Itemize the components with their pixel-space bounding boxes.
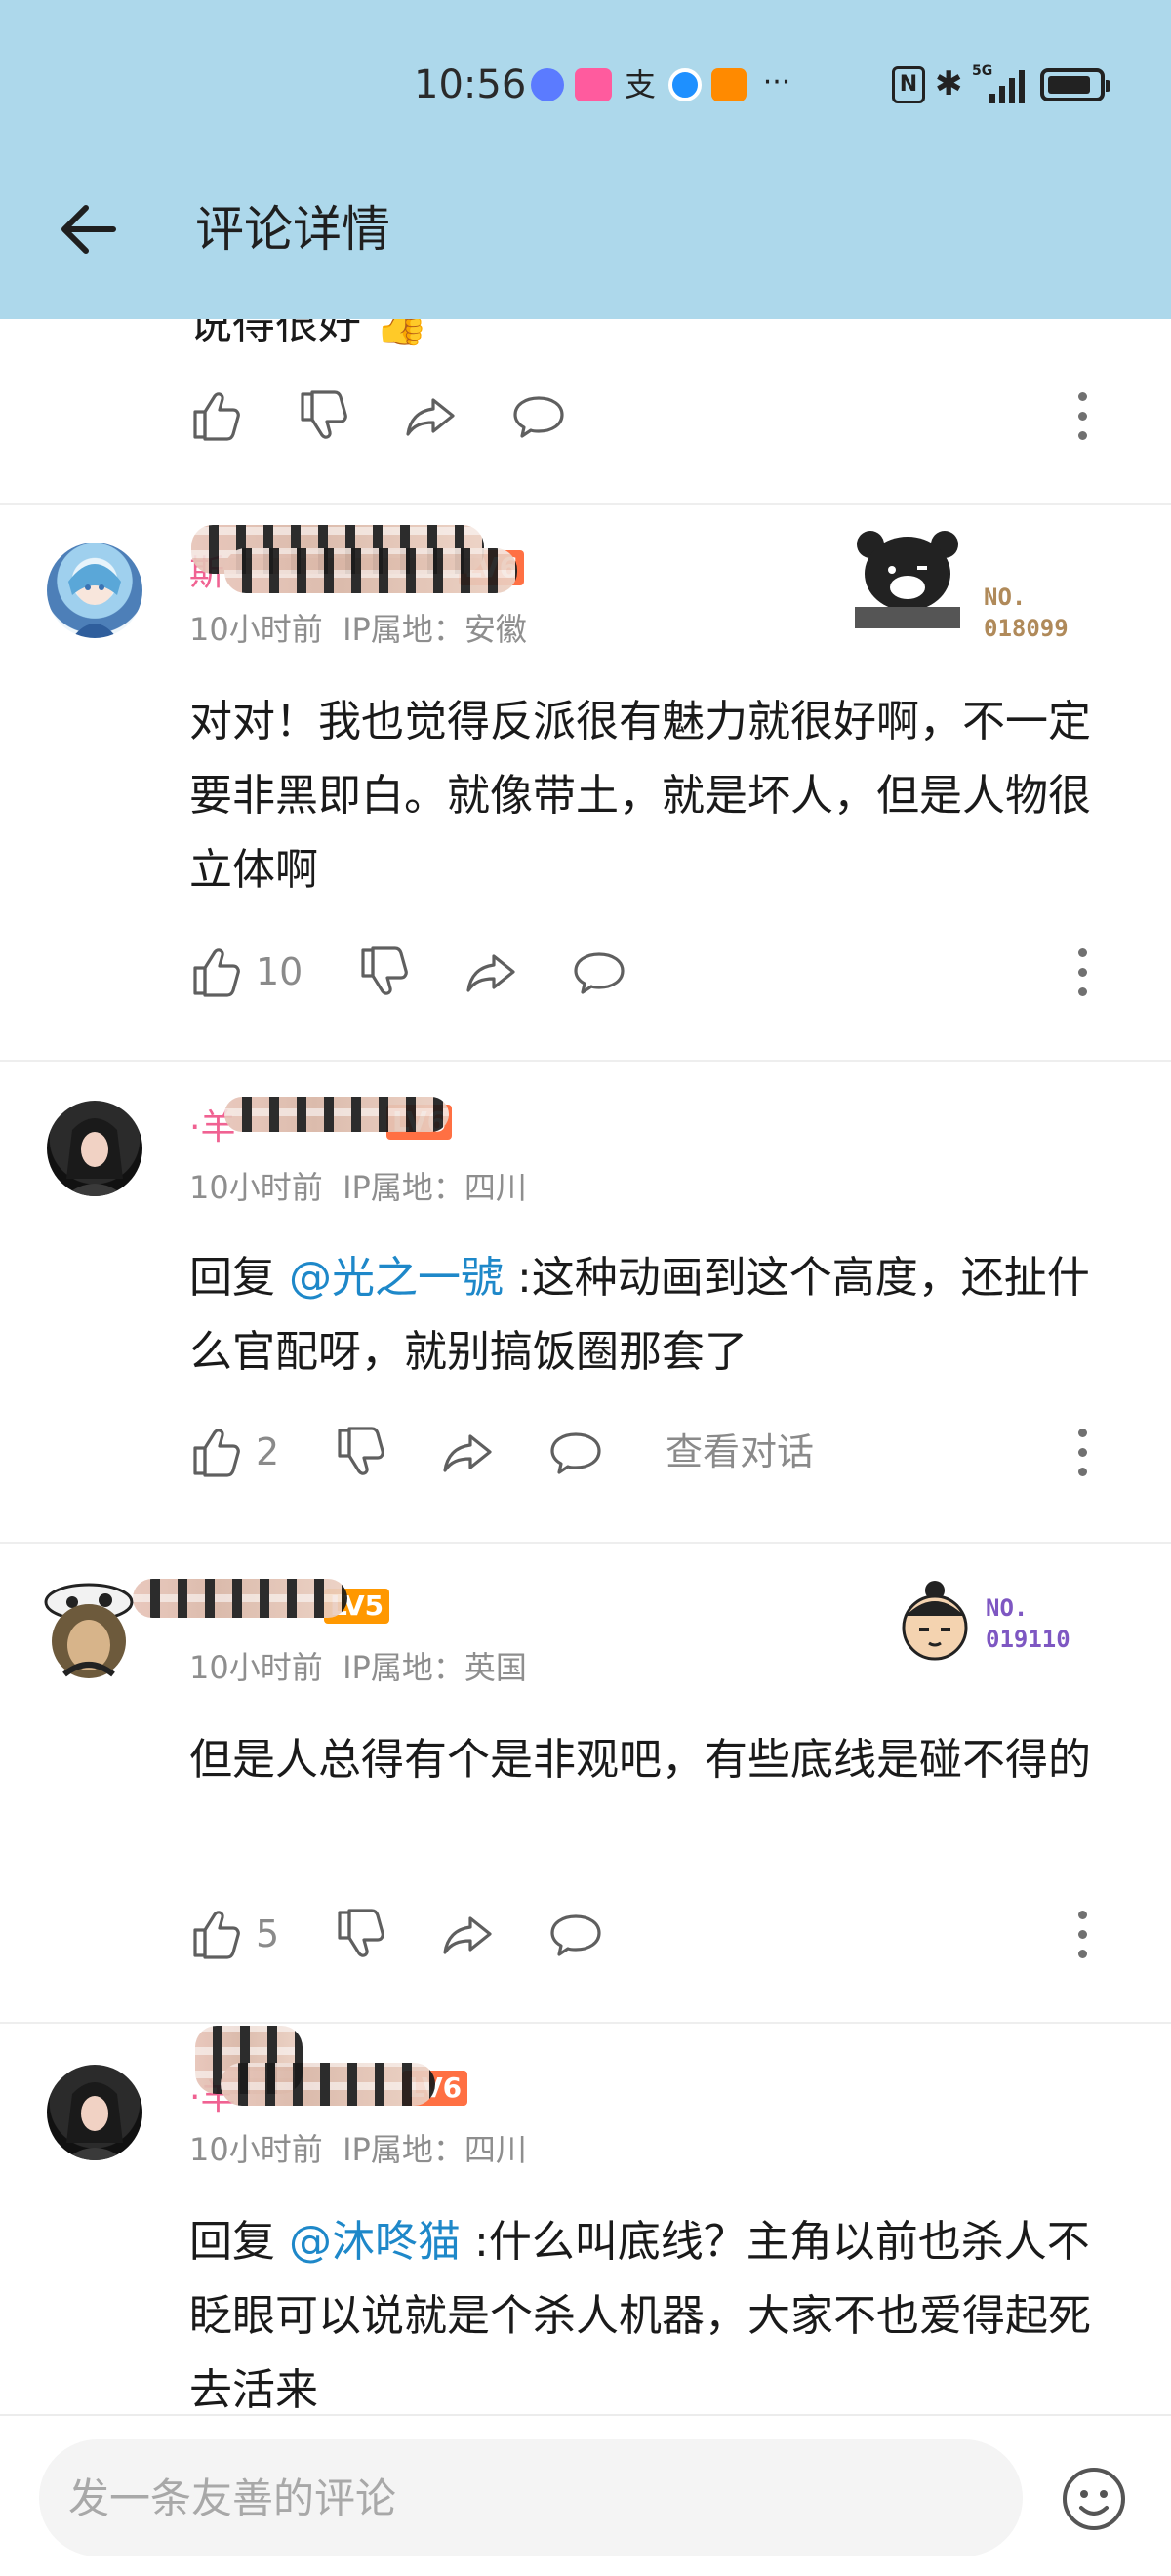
thumbs-up-icon — [193, 1911, 240, 1959]
redacted-username — [224, 548, 517, 593]
app-header: 10:56 支 ··· N ✱ 5G 评论详情 — [0, 0, 1171, 319]
emoji-button[interactable] — [1060, 2465, 1128, 2533]
divider — [0, 1542, 1171, 1544]
reply-button[interactable] — [548, 1905, 603, 1963]
comment-actions: 2 查看对话 — [189, 1423, 1126, 1481]
dislike-button[interactable] — [297, 386, 351, 445]
comment-meta: 10小时前 IP属地：四川 — [189, 2131, 527, 2168]
comment-meta: 10小时前 IP属地：安徽 — [189, 611, 527, 648]
like-button[interactable] — [189, 386, 244, 445]
dislike-button[interactable] — [334, 1905, 388, 1963]
like-count: 5 — [256, 1912, 280, 1955]
comment-bubble-icon — [550, 1432, 601, 1474]
more-notifications-icon: ··· — [762, 65, 791, 100]
mention-link[interactable]: @沐咚猫 — [289, 2217, 461, 2267]
more-options-button[interactable] — [1066, 1427, 1101, 1481]
reply-button[interactable] — [572, 943, 626, 1001]
comment-text: 回复 @沐咚猫 :什么叫底线？主角以前也杀人不眨眼可以说就是个杀人机器，大家不也… — [189, 2217, 1091, 2415]
smiley-icon — [1063, 2468, 1125, 2530]
comment-text: 但是人总得有个是非观吧，有些底线是碰不得的 — [189, 1735, 1091, 1785]
like-count: 10 — [256, 950, 303, 993]
redacted-username — [133, 1579, 347, 1618]
more-options-button[interactable] — [1066, 946, 1101, 1001]
thumbs-down-icon — [338, 1909, 384, 1957]
like-button[interactable]: 5 — [189, 1905, 279, 1963]
bilibili-app-icon — [575, 68, 612, 101]
thumbs-down-icon — [361, 946, 408, 995]
share-icon — [406, 398, 455, 436]
divider — [0, 503, 1171, 505]
back-button[interactable] — [55, 195, 123, 263]
comment-meta: 10小时前 IP属地：英国 — [189, 1649, 527, 1686]
arrow-left-icon — [61, 205, 116, 254]
character-face-icon — [902, 1581, 968, 1661]
share-icon — [443, 1434, 492, 1472]
fan-garb-badge[interactable]: NO. 019110 — [896, 1579, 1091, 1676]
view-conversation-link[interactable]: 查看对话 — [666, 1423, 814, 1481]
comment-text: 对对！我也觉得反派很有魅力就很好啊，不一定要非黑即白。就像带土，就是坏人，但是人… — [189, 697, 1091, 895]
browser-app-icon — [668, 68, 702, 101]
comment-feed[interactable]: 说得很好 👍 斯 LV6 10小时前 IP属地：安徽 — [0, 0, 1171, 2576]
video-app-icon — [711, 68, 747, 101]
reply-button[interactable] — [511, 386, 566, 445]
share-button[interactable] — [441, 1905, 496, 1963]
thumbs-up-icon — [193, 1429, 240, 1477]
music-app-icon — [531, 68, 564, 101]
fan-garb-badge[interactable]: NO. 018099 — [849, 525, 1083, 642]
reply-button[interactable] — [548, 1423, 603, 1481]
comment-bubble-icon — [550, 1914, 601, 1956]
share-icon — [466, 954, 515, 992]
dislike-button[interactable] — [357, 943, 412, 1001]
comment-input[interactable] — [39, 2439, 1023, 2556]
like-button[interactable]: 2 — [189, 1423, 279, 1481]
comment-actions: 10 — [189, 943, 1126, 1001]
share-button[interactable] — [404, 386, 459, 445]
comment-meta: 10小时前 IP属地：四川 — [189, 1169, 527, 1206]
page-title: 评论详情 — [195, 201, 390, 258]
redacted-username — [221, 2063, 435, 2106]
bluetooth-icon: ✱ — [935, 64, 963, 103]
like-count: 2 — [256, 1430, 280, 1473]
user-avatar[interactable] — [47, 2065, 142, 2160]
nfc-icon: N — [892, 66, 925, 103]
like-button[interactable]: 10 — [189, 943, 303, 1001]
share-icon — [443, 1916, 492, 1954]
more-options-button[interactable] — [1066, 1909, 1101, 1963]
alipay-app-icon: 支 — [624, 66, 656, 103]
signal-icon: 5G — [972, 64, 1027, 103]
thumbs-up-icon — [193, 948, 240, 997]
divider — [0, 1060, 1171, 1062]
user-avatar[interactable] — [47, 1101, 142, 1196]
thumbs-up-icon — [193, 392, 240, 441]
share-button[interactable] — [441, 1423, 496, 1481]
comment-actions: 5 — [189, 1905, 1126, 1963]
dislike-button[interactable] — [334, 1423, 388, 1481]
thumbs-down-icon — [338, 1427, 384, 1475]
user-avatar[interactable] — [35, 1581, 142, 1688]
more-options-button[interactable] — [1066, 390, 1101, 445]
bear-icon — [855, 531, 960, 628]
comment-bubble-icon — [574, 952, 625, 994]
divider — [0, 2022, 1171, 2024]
comment-composer — [0, 2414, 1171, 2576]
redacted-username — [224, 1097, 449, 1132]
comment-text: 回复 @光之一號 :这种动画到这个高度，还扯什么官配呀，就别搞饭圈那套了 — [189, 1253, 1090, 1377]
status-bar: 10:56 支 ··· N ✱ 5G — [0, 60, 1171, 109]
share-button[interactable] — [464, 943, 519, 1001]
user-avatar[interactable] — [47, 543, 142, 638]
battery-icon — [1040, 68, 1110, 101]
comment-actions — [189, 386, 1126, 445]
status-time: 10:56 — [414, 62, 527, 107]
mention-link[interactable]: @光之一號 — [289, 1253, 504, 1303]
thumbs-down-icon — [301, 390, 347, 439]
comment-bubble-icon — [513, 396, 564, 438]
